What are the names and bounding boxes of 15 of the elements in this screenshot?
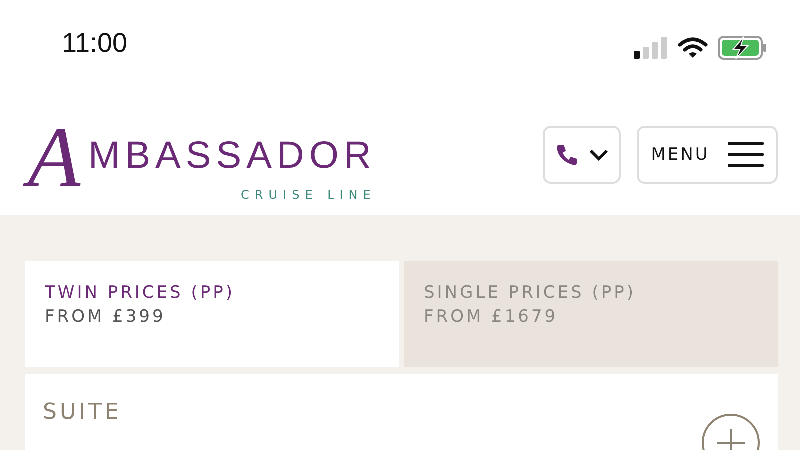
cabin-title: SUITE (43, 400, 122, 425)
logo-tagline: CRUISE LINE (241, 188, 376, 202)
phone-dropdown-button[interactable] (543, 126, 621, 184)
menu-button[interactable]: MENU (637, 126, 778, 184)
battery-charging-icon (718, 36, 768, 60)
phone-icon (555, 143, 579, 167)
signal-icon (634, 37, 668, 59)
logo-initial: A (24, 108, 89, 206)
chevron-down-icon (589, 149, 609, 161)
price-tab[interactable]: TWIN PRICES (PP) FROM £399 (25, 261, 399, 367)
menu-icon (728, 141, 764, 169)
logo-wordmark: MBASSADOR (88, 135, 376, 178)
wifi-icon (678, 37, 708, 59)
status-time: 11:00 (62, 28, 128, 59)
plus-icon (717, 429, 745, 450)
